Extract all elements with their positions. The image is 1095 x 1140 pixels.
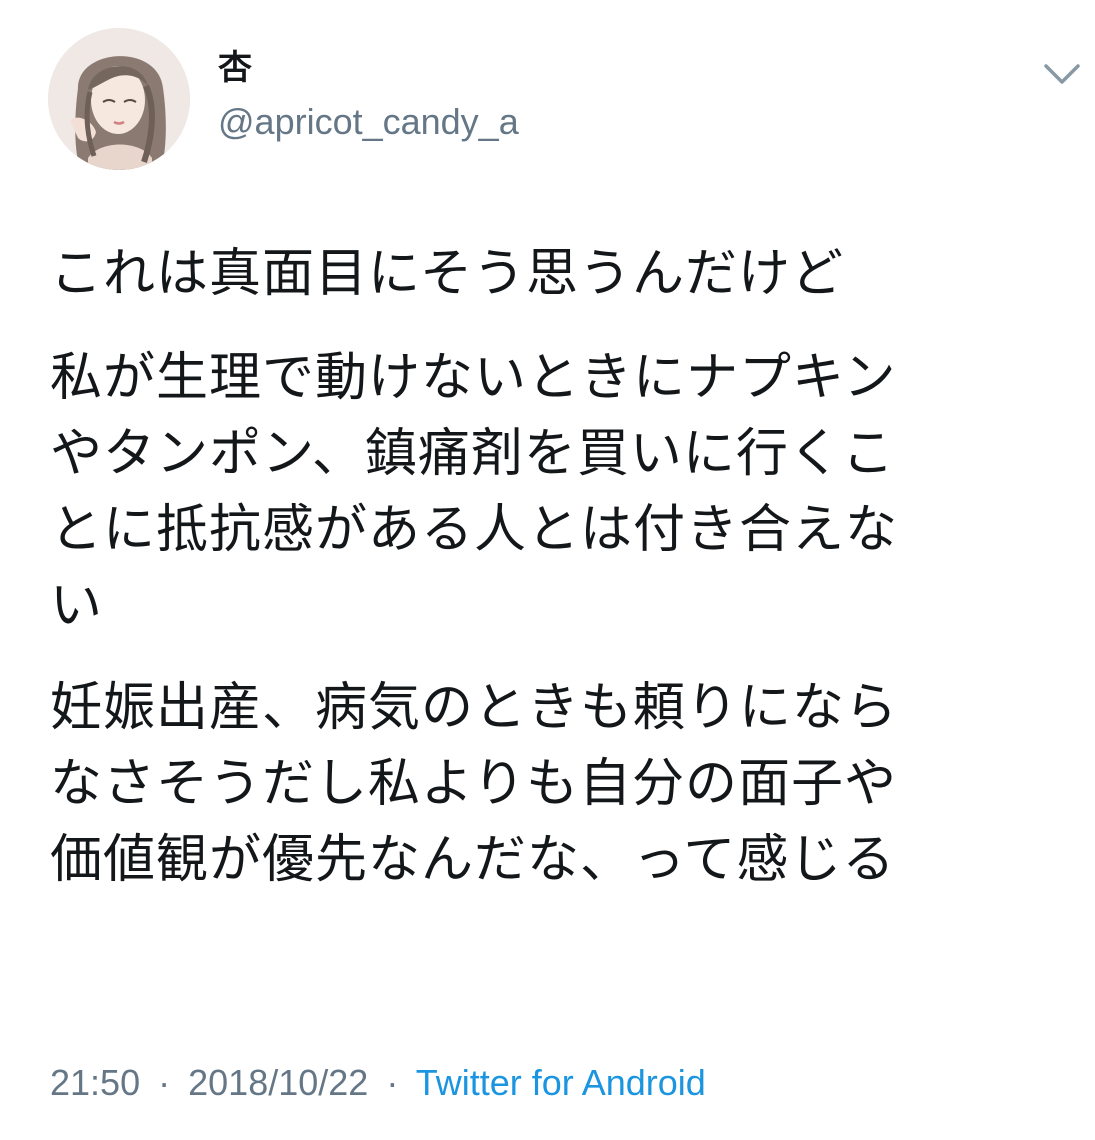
- chevron-down-icon[interactable]: [1040, 56, 1084, 96]
- tweet-time[interactable]: 21:50: [50, 1062, 140, 1103]
- user-handle[interactable]: @apricot_candy_a: [218, 100, 519, 144]
- tweet-source-link[interactable]: Twitter for Android: [416, 1062, 706, 1103]
- illustrated-girl-avatar-icon: [48, 28, 190, 170]
- avatar[interactable]: [48, 28, 190, 170]
- tweet-paragraph: これは真面目にそう思うんだけど: [50, 244, 844, 304]
- tweet-text: これは真面目にそう思うんだけど 私が生理で動けないときにナプキン やタンポン、鎮…: [50, 236, 1070, 924]
- display-name[interactable]: 杏: [218, 48, 252, 88]
- tweet-date[interactable]: 2018/10/22: [188, 1062, 368, 1103]
- tweet-metadata: 21:50 · 2018/10/22 · Twitter for Android: [50, 1060, 706, 1106]
- tweet-paragraph: 私が生理で動けないときにナプキン やタンポン、鎮痛剤を買いに行くこ とに抵抗感が…: [50, 348, 899, 636]
- tweet-card: 杏 @apricot_candy_a これは真面目にそう思うんだけど 私が生理で…: [0, 0, 1095, 1140]
- tweet-paragraph: 妊娠出産、病気のときも頼りになら なさそうだし私よりも自分の面子や 価値観が優先…: [50, 678, 899, 890]
- separator-dot: ·: [158, 1062, 171, 1103]
- separator-dot: ·: [386, 1062, 399, 1103]
